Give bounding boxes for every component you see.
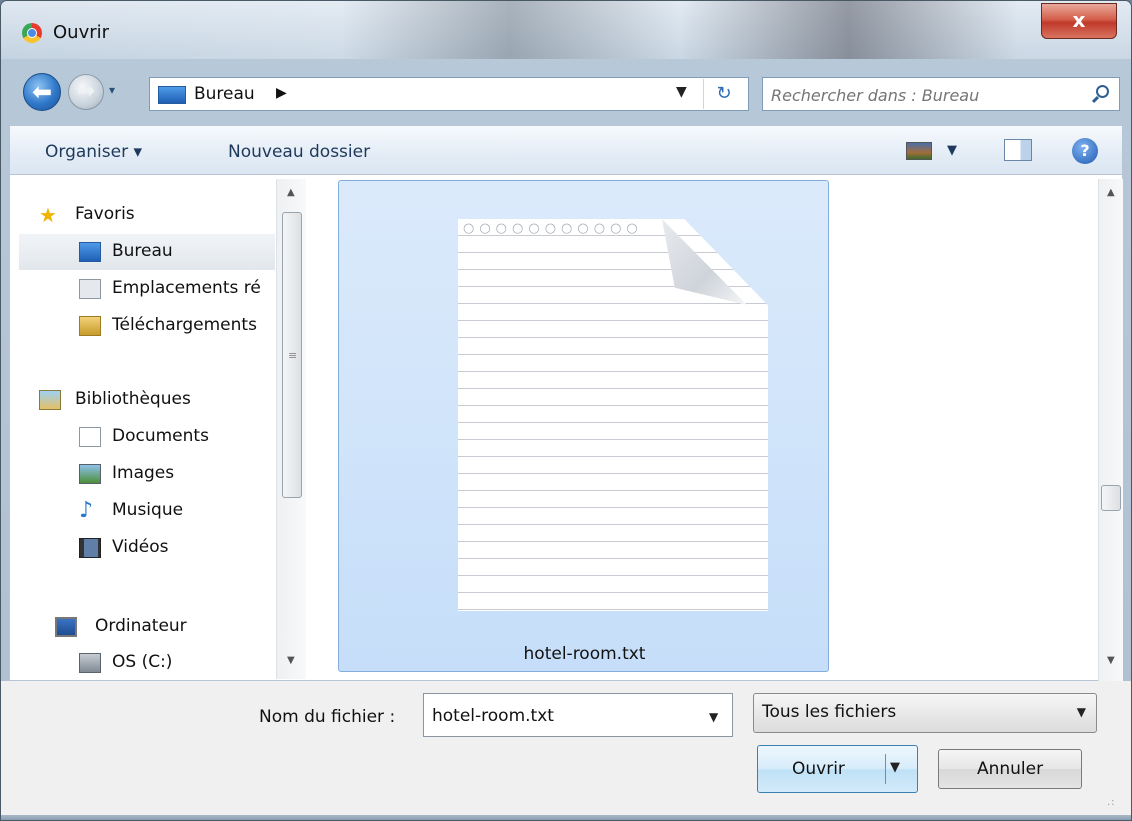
- notebook-holes-icon: ○○○○○○○○○○○: [463, 221, 643, 236]
- nav-item-emplacements-recents[interactable]: Emplacements ré: [19, 271, 275, 307]
- nav-item-telechargements[interactable]: Téléchargements: [19, 308, 275, 344]
- search-icon[interactable]: [1096, 85, 1109, 98]
- nav-item-videos[interactable]: Vidéos: [19, 530, 275, 566]
- desktop-icon: [79, 242, 101, 262]
- open-file-dialog: Ouvrir x ⬅ ➡ ▾ Bureau ▶ ▼ ↻ Organiser ▾ …: [0, 0, 1132, 821]
- scroll-up-arrow-icon[interactable]: ▲: [1107, 187, 1115, 198]
- window-title: Ouvrir: [53, 22, 110, 43]
- downloads-icon: [79, 316, 101, 336]
- navigation-pane: ★ Favoris Bureau Emplacements ré Télécha…: [19, 179, 275, 679]
- nav-item-bibliotheques[interactable]: Bibliothèques: [19, 382, 275, 418]
- scroll-grip-icon: ≡: [288, 349, 298, 362]
- scroll-down-arrow-icon[interactable]: ▼: [1107, 655, 1115, 666]
- filename-dropdown-button[interactable]: ▼: [709, 710, 718, 724]
- music-icon: ♪: [79, 498, 94, 523]
- recent-pages-dropdown[interactable]: ▾: [109, 83, 115, 97]
- organiser-button[interactable]: Organiser ▾: [45, 142, 142, 162]
- help-icon[interactable]: ?: [1072, 138, 1098, 164]
- file-list: ○○○○○○○○○○○ hotel-room.txt: [307, 179, 1097, 679]
- new-folder-button[interactable]: Nouveau dossier: [228, 142, 370, 162]
- scroll-up-arrow-icon[interactable]: ▲: [287, 187, 295, 198]
- view-options-dropdown[interactable]: ▼: [947, 143, 957, 158]
- nav-item-os-c[interactable]: OS (C:): [19, 645, 275, 679]
- file-list-scrollbar[interactable]: ▲ ▼: [1098, 179, 1123, 681]
- images-icon: [79, 464, 101, 484]
- address-location[interactable]: Bureau: [194, 84, 255, 104]
- recent-places-icon: [79, 279, 101, 299]
- title-bar[interactable]: Ouvrir x: [1, 1, 1131, 59]
- file-item[interactable]: ○○○○○○○○○○○ hotel-room.txt: [338, 180, 829, 672]
- drive-icon: [79, 653, 101, 673]
- file-type-value: Tous les fichiers: [762, 702, 897, 722]
- nav-item-favoris[interactable]: ★ Favoris: [19, 197, 275, 233]
- open-options-dropdown[interactable]: ▼: [890, 760, 900, 775]
- cancel-button[interactable]: Annuler: [938, 749, 1082, 789]
- filename-field[interactable]: [423, 693, 733, 738]
- documents-icon: [79, 427, 101, 447]
- scroll-thumb[interactable]: [1101, 485, 1121, 511]
- nav-item-images[interactable]: Images: [19, 456, 275, 492]
- file-name-label: hotel-room.txt: [523, 644, 646, 664]
- refresh-button[interactable]: ↻: [703, 79, 744, 109]
- computer-icon: [55, 617, 77, 637]
- breadcrumb-chevron-icon[interactable]: ▶: [276, 85, 287, 101]
- open-button[interactable]: Ouvrir ▼: [757, 745, 918, 793]
- address-dropdown-button[interactable]: ▼: [676, 84, 687, 100]
- star-icon: ★: [39, 203, 57, 227]
- text-file-icon: [458, 219, 768, 611]
- search-input[interactable]: [763, 78, 1093, 112]
- chevron-down-icon: ▼: [1076, 705, 1086, 719]
- preview-pane-icon[interactable]: [1004, 139, 1032, 161]
- filename-label: Nom du fichier :: [259, 707, 396, 727]
- file-type-select[interactable]: Tous les fichiers ▼: [753, 693, 1097, 733]
- filename-input[interactable]: [424, 694, 704, 738]
- nav-item-documents[interactable]: Documents: [19, 419, 275, 455]
- forward-button[interactable]: ➡: [68, 74, 104, 110]
- change-view-icon[interactable]: [906, 142, 932, 160]
- nav-item-ordinateur[interactable]: Ordinateur: [19, 609, 275, 645]
- nav-item-musique[interactable]: ♪ Musique: [19, 493, 275, 529]
- close-button[interactable]: x: [1041, 3, 1117, 39]
- open-button-label: Ouvrir: [792, 759, 845, 779]
- navigation-scrollbar[interactable]: ▲ ≡ ▼: [276, 179, 306, 679]
- resize-grip-icon[interactable]: .:: [1107, 797, 1116, 808]
- search-box[interactable]: [762, 77, 1120, 112]
- window-bottom-edge: [1, 815, 1131, 820]
- split-divider: [885, 754, 886, 784]
- desktop-icon: [158, 86, 186, 104]
- libraries-icon: [39, 390, 61, 410]
- chrome-app-icon: [22, 23, 42, 43]
- scroll-down-arrow-icon[interactable]: ▼: [287, 655, 295, 666]
- back-button[interactable]: ⬅: [23, 73, 61, 111]
- videos-icon: [79, 538, 101, 558]
- nav-item-bureau[interactable]: Bureau: [19, 234, 275, 270]
- address-bar[interactable]: Bureau ▶ ▼: [149, 77, 749, 111]
